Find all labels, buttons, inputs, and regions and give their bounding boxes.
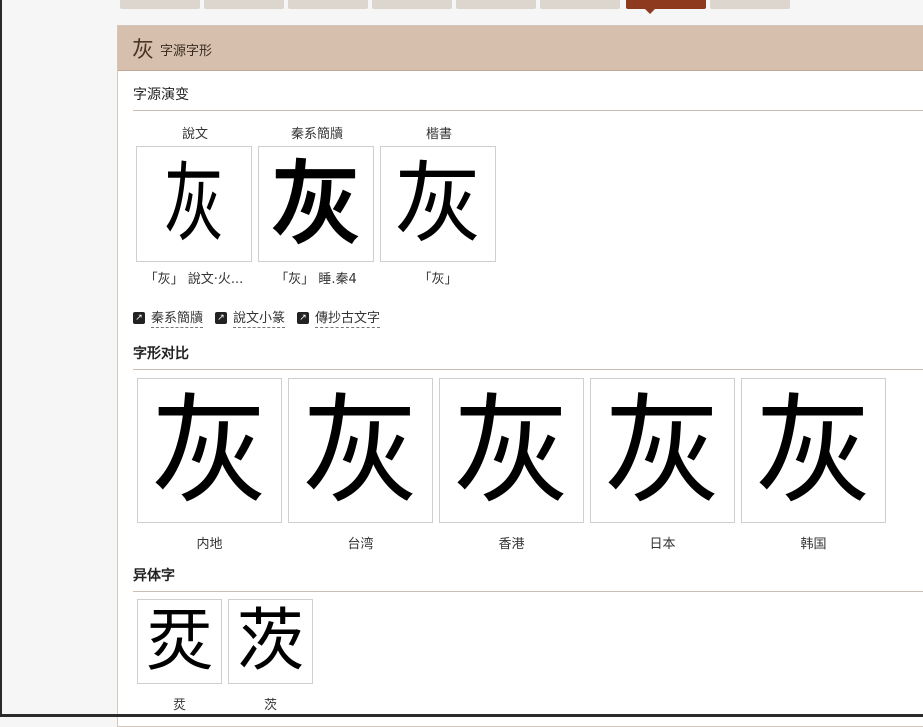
bamboo-slip-glyph: 灰 <box>271 151 361 257</box>
region-label: 日本 <box>649 537 676 552</box>
comparison-glyph: 灰 <box>603 381 722 520</box>
variant-glyph-box[interactable]: 烎 <box>137 599 222 684</box>
glyph-origin-card: 灰 字源字形 字源演变 說文 秦系簡牘 楷書 灰 灰 灰 「灰」 說文·火...… <box>117 25 923 727</box>
link-label[interactable]: 說文小篆 <box>233 307 286 328</box>
external-links: ↗ 秦系簡牘 ↗ 說文小篆 ↗ 傳抄古文字 <box>133 307 381 328</box>
comparison-glyph: 灰 <box>452 381 571 520</box>
bamboo-slip-image[interactable]: 灰 <box>258 146 374 262</box>
evolution-label: 說文 <box>181 127 208 142</box>
region-label: 台湾 <box>347 537 374 552</box>
comparison-section-title: 字形对比 <box>133 343 923 370</box>
region-label: 香港 <box>498 537 525 552</box>
link-label[interactable]: 傳抄古文字 <box>315 307 381 328</box>
tab-3[interactable] <box>288 0 368 9</box>
tab-6[interactable] <box>540 0 620 9</box>
comparison-glyph-box[interactable]: 灰 <box>439 378 584 523</box>
tab-active[interactable] <box>626 0 706 9</box>
comparison-glyph-box[interactable]: 灰 <box>137 378 282 523</box>
header-char: 灰 <box>132 38 155 63</box>
comparison-glyph: 灰 <box>754 381 873 520</box>
variant-label: 烎 <box>172 698 186 713</box>
seal-script-image[interactable]: 灰 <box>136 146 252 262</box>
comparison-glyph-box[interactable]: 灰 <box>741 378 886 523</box>
tab-4[interactable] <box>372 0 452 9</box>
active-tab-caret <box>644 8 656 14</box>
evolution-caption: 「灰」 說文·火... <box>144 272 244 287</box>
regular-script-image[interactable]: 灰 <box>380 146 496 262</box>
tab-1[interactable] <box>120 0 200 9</box>
variant-glyph: 茨 <box>236 601 305 681</box>
variant-glyph: 烎 <box>145 601 214 681</box>
header-title: 字源字形 <box>160 44 213 59</box>
comparison-glyph-box[interactable]: 灰 <box>590 378 735 523</box>
link-qin-bamboo[interactable]: ↗ 秦系簡牘 <box>133 307 204 328</box>
card-header: 灰 字源字形 <box>118 26 923 71</box>
evolution-caption: 「灰」 睡.秦4 <box>275 272 357 287</box>
evolution-section-title: 字源演变 <box>133 84 923 111</box>
comparison-glyph: 灰 <box>150 381 269 520</box>
seal-script-glyph: 灰 <box>163 154 225 254</box>
comparison-glyph: 灰 <box>301 381 420 520</box>
evolution-label: 楷書 <box>425 127 452 142</box>
link-shuowen-seal[interactable]: ↗ 說文小篆 <box>215 307 286 328</box>
variants-section-title: 异体字 <box>133 565 923 592</box>
variant-glyph-box[interactable]: 茨 <box>228 599 313 684</box>
external-link-icon: ↗ <box>297 311 310 324</box>
comparison-glyph-box[interactable]: 灰 <box>288 378 433 523</box>
window-frame-left <box>0 0 2 717</box>
tab-8[interactable] <box>710 0 790 9</box>
evolution-label: 秦系簡牘 <box>290 127 343 142</box>
evolution-caption: 「灰」 <box>418 272 458 287</box>
link-transmitted-ancient[interactable]: ↗ 傳抄古文字 <box>297 307 381 328</box>
region-label: 韩国 <box>800 537 827 552</box>
regular-script-glyph: 灰 <box>393 152 482 255</box>
external-link-icon: ↗ <box>215 311 228 324</box>
external-link-icon: ↗ <box>133 311 145 324</box>
tab-5[interactable] <box>456 0 536 9</box>
variant-label: 茨 <box>263 698 277 713</box>
link-label[interactable]: 秦系簡牘 <box>151 307 204 328</box>
region-label: 内地 <box>196 537 223 552</box>
tab-2[interactable] <box>204 0 284 9</box>
tab-bar <box>118 0 923 14</box>
